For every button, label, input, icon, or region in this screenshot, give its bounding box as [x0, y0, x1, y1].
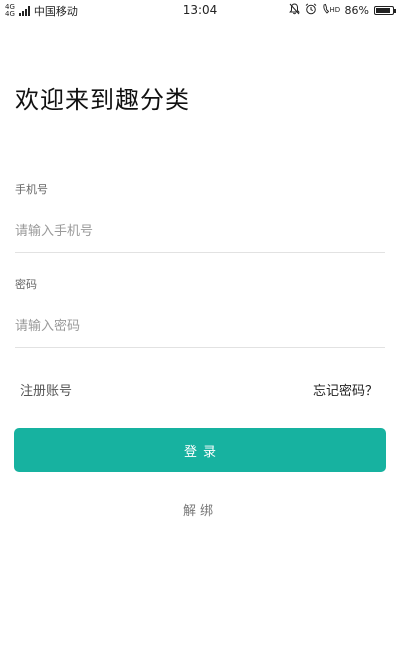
battery-percent: 86%	[344, 4, 369, 17]
bell-muted-icon	[288, 3, 300, 18]
status-bar: 4G 4G 中国移动 13:04 HD 86%	[0, 0, 400, 20]
alarm-icon	[305, 3, 317, 18]
phone-label: 手机号	[15, 183, 48, 196]
volte-hd-icon: HD	[322, 3, 340, 18]
battery-icon	[374, 6, 396, 15]
status-right: HD 86%	[288, 3, 396, 18]
password-input[interactable]	[15, 311, 385, 341]
register-link[interactable]: 注册账号	[20, 380, 72, 399]
battery-fill	[376, 8, 390, 13]
login-button[interactable]: 登录	[14, 428, 386, 472]
password-divider	[15, 347, 385, 348]
password-label: 密码	[15, 278, 37, 291]
phone-divider	[15, 252, 385, 253]
unbind-link[interactable]: 解绑	[0, 500, 400, 519]
forgot-password-link[interactable]: 忘记密码？	[313, 380, 378, 399]
phone-input[interactable]	[15, 216, 385, 246]
welcome-title: 欢迎来到趣分类	[15, 86, 190, 114]
svg-text:HD: HD	[329, 6, 340, 14]
